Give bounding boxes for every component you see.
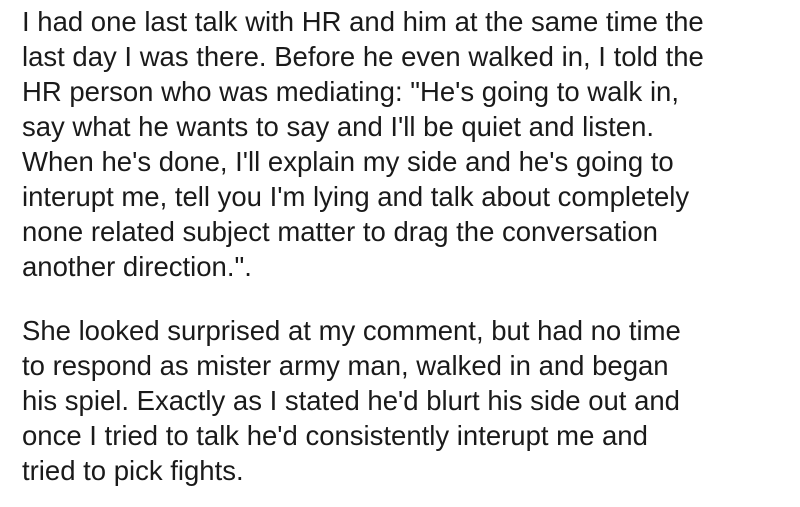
paragraph-1: I had one last talk with HR and him at t… [22,4,792,284]
story-text: I had one last talk with HR and him at t… [22,4,792,488]
text-line: to respond as mister army man, walked in… [22,350,669,381]
text-line: another direction.". [22,251,252,282]
text-line: interupt me, tell you I'm lying and talk… [22,181,690,212]
text-line: tried to pick fights. [22,455,244,486]
paragraph-2: She looked surprised at my comment, but … [22,313,792,488]
text-line: She looked surprised at my comment, but … [22,315,681,346]
text-line: none related subject matter to drag the … [22,216,658,247]
text-line: HR person who was mediating: "He's going… [22,76,679,107]
text-line: I had one last talk with HR and him at t… [22,6,704,37]
text-line: his spiel. Exactly as I stated he'd blur… [22,385,680,416]
text-line: When he's done, I'll explain my side and… [22,146,674,177]
text-line: once I tried to talk he'd consistently i… [22,420,648,451]
text-line: last day I was there. Before he even wal… [22,41,704,72]
text-line: say what he wants to say and I'll be qui… [22,111,655,142]
